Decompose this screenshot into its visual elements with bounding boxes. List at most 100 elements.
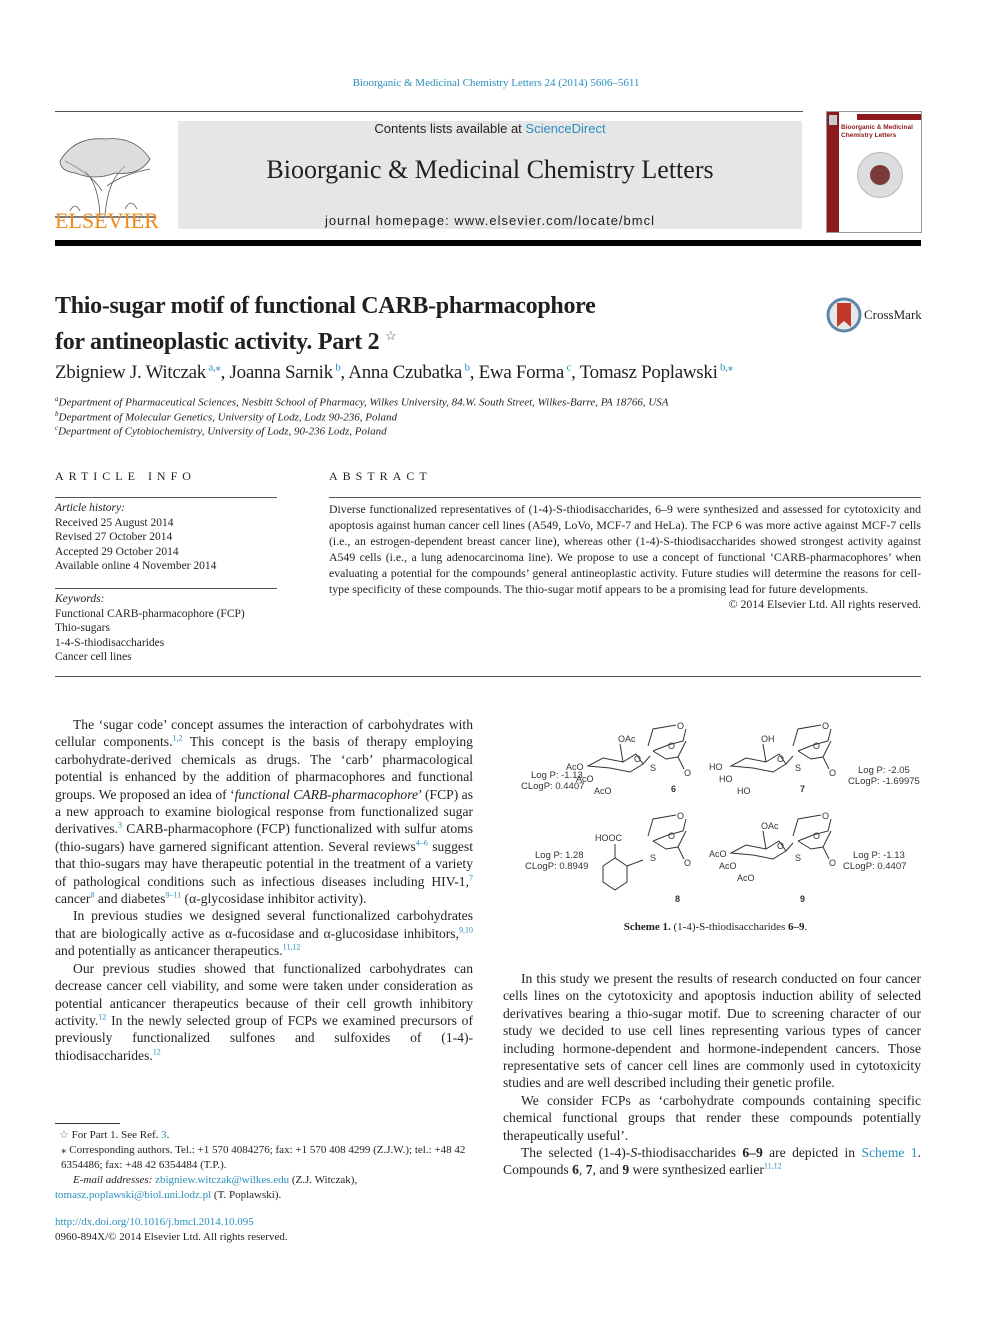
compound-number-label: 9 [800, 894, 805, 904]
citation-ref-link[interactable]: 4–6 [416, 838, 428, 847]
title-note-star-icon[interactable]: ☆ [385, 328, 397, 343]
compound-7-bicycle-bridge-o: O [813, 741, 820, 751]
compound-6-sub-6: OAc [618, 734, 636, 744]
compound-8-benzene [602, 844, 644, 891]
clogp-value: CLogP: 0.8949 [525, 861, 588, 872]
compound-9-bicycle-carbonyl-o: O [829, 858, 836, 868]
compound-7-bicycle-ring-o: O [822, 721, 829, 731]
compound-6-sub-4: AcO [566, 762, 584, 772]
compound-6-sub-2: AcO [594, 786, 612, 796]
cover-illustration-icon [857, 152, 903, 198]
body-paragraph: The selected (1-4)-S-thiodisaccharides 6… [503, 1145, 921, 1178]
compound-9-sub-2: AcO [737, 873, 755, 883]
journal-cover-thumbnail[interactable]: Bioorganic & Medicinal Chemistry Letters [826, 111, 922, 233]
italic-text: S [630, 1145, 638, 1161]
italic-text: functional CARB-pharmacophore [234, 786, 419, 802]
sciencedirect-link[interactable]: ScienceDirect [525, 121, 605, 136]
journal-masthead: Contents lists available at ScienceDirec… [178, 121, 802, 229]
email-poplawski-link[interactable]: tomasz.poplawski@biol.uni.lodz.pl [55, 1189, 211, 1201]
elsevier-wordmark: ELSEVIER [55, 208, 159, 233]
author-affiliation-marker[interactable]: b,⁎ [718, 362, 733, 374]
compound-6-pyranose-ring-o: O [634, 754, 641, 764]
abstract-bottom-rule [55, 676, 921, 677]
compound-9-sub-4: AcO [709, 849, 727, 859]
author-list: Zbigniew J. Witczak a,⁎, Joanna Sarnik b… [55, 361, 733, 383]
body-left-column: The ‘sugar code’ concept assumes the int… [55, 716, 473, 1064]
compound-9-bicycle-bridge-o: O [813, 831, 820, 841]
abstract-copyright: © 2014 Elsevier Ltd. All rights reserved… [728, 597, 921, 612]
compound-8-cooh: HOOC [595, 833, 623, 843]
citation-ref-link[interactable]: 9,10 [459, 925, 473, 934]
author-name[interactable]: Joanna Sarnik [230, 362, 334, 383]
history-received: Received 25 August 2014 [55, 516, 174, 529]
journal-title: Bioorganic & Medicinal Chemistry Letters [266, 155, 714, 184]
body-paragraph: In this study we present the results of … [503, 971, 921, 1091]
citation-ref-link[interactable]: 1,2 [173, 734, 183, 743]
footnote-ref-link[interactable]: 3 [161, 1129, 167, 1141]
cover-title-line2: Chemistry Letters [841, 132, 897, 139]
compound-8-bicycle-carbonyl-o: O [684, 858, 691, 868]
compound-8-sulfur: S [650, 853, 656, 863]
logp-value: Log P: 1.28 [535, 850, 584, 861]
journal-homepage[interactable]: journal homepage: www.elsevier.com/locat… [178, 213, 802, 228]
author-name[interactable]: Zbigniew J. Witczak [55, 362, 206, 383]
scheme-caption: Scheme 1. (1-4)-S-thiodisaccharides 6–9. [623, 921, 808, 933]
scheme-1-figure: Log P: -1.13CLogP: 0.4407OOOSOOAcAcOAcOA… [521, 721, 920, 904]
article-title: Thio-sugar motif of functional CARB-phar… [55, 292, 775, 357]
article-info-rule [55, 497, 277, 498]
author-affiliation-marker[interactable]: a,⁎ [206, 362, 221, 374]
footnote-corresponding: ⁎ Corresponding authors. Tel.: +1 570 40… [61, 1144, 466, 1171]
affiliation-b: bDepartment of Molecular Genetics, Unive… [55, 410, 398, 424]
compound-7-sub-3: HO [719, 774, 733, 784]
compound-7-pyranose-ring-o: O [777, 754, 784, 764]
scheme-caption-range: 6–9 [788, 921, 805, 933]
citation-ref-link[interactable]: 12 [98, 1012, 106, 1021]
email-witczak-link[interactable]: zbigniew.witczak@wilkes.edu [155, 1174, 289, 1186]
clogp-value: CLogP: -1.69975 [848, 776, 920, 787]
citation-ref-link[interactable]: 7 [469, 873, 473, 882]
citation-ref-link[interactable]: 12 [153, 1047, 161, 1056]
doi-link[interactable]: http://dx.doi.org/10.1016/j.bmcl.2014.10… [55, 1215, 473, 1230]
author-name[interactable]: Ewa Forma [479, 362, 565, 383]
compound-8-bicycle-bridge-o: O [668, 831, 675, 841]
body-paragraph: We consider FCPs as ‘carbohydrate compou… [503, 1092, 921, 1143]
affiliation-c: cDepartment of Cytobiochemistry, Univers… [55, 424, 387, 438]
author-name[interactable]: Anna Czubatka [348, 362, 462, 383]
body-paragraph: In previous studies we designed several … [55, 908, 473, 959]
journal-citation[interactable]: Bioorganic & Medicinal Chemistry Letters… [0, 77, 992, 89]
body-right-column: In this study we present the results of … [503, 970, 921, 1179]
author-affiliation-marker[interactable]: c [564, 362, 571, 374]
header-thick-rule [55, 240, 921, 246]
affiliation-a: aDepartment of Pharmaceutical Sciences, … [55, 395, 669, 409]
body-paragraph: The ‘sugar code’ concept assumes the int… [55, 717, 473, 907]
compound-9-pyranose-ring-o: O [777, 841, 784, 851]
compound-number-label: 6 [671, 784, 676, 794]
compound-7-sub-2: HO [737, 786, 751, 796]
compound-9-sub-3: AcO [719, 861, 737, 871]
citation-ref-link[interactable]: 9–11 [165, 891, 181, 900]
cover-logo-icon [829, 115, 837, 125]
cover-title-line1: Bioorganic & Medicinal [841, 124, 913, 131]
compound-7-bicycle-carbonyl-o: O [829, 768, 836, 778]
citation-ref-link[interactable]: 11,12 [764, 1162, 782, 1171]
scheme-link[interactable]: Scheme 1 [861, 1145, 917, 1160]
compound-number: 7 [585, 1162, 593, 1178]
issn-copyright: 0960-894X/© 2014 Elsevier Ltd. All right… [55, 1231, 288, 1243]
compound-number: 6–9 [742, 1145, 763, 1161]
logp-value: Log P: -1.13 [853, 850, 905, 861]
title-line-1: Thio-sugar motif of functional CARB-phar… [55, 293, 596, 319]
author-name[interactable]: Tomasz Poplawski [580, 362, 718, 383]
compound-7-sub-6: OH [761, 734, 775, 744]
crossmark-button[interactable]: CrossMark [826, 297, 926, 333]
compound-7-sulfur: S [795, 763, 801, 773]
compound-6-bicycle-bridge-o: O [668, 741, 675, 751]
clogp-value: CLogP: 0.4407 [521, 781, 584, 792]
keyword-item: 1-4-S-thiodisaccharides [55, 636, 165, 649]
scheme-caption-label: Scheme 1. [623, 921, 671, 933]
author-affiliation-marker[interactable]: b [462, 362, 470, 374]
compound-8-bicycle-ring-o: O [677, 811, 684, 821]
author-affiliation-marker[interactable]: b [333, 362, 341, 374]
citation-ref-link[interactable]: 11,12 [283, 943, 301, 952]
citation-ref-link[interactable]: 8 [90, 891, 94, 900]
citation-ref-link[interactable]: 3 [118, 821, 122, 830]
